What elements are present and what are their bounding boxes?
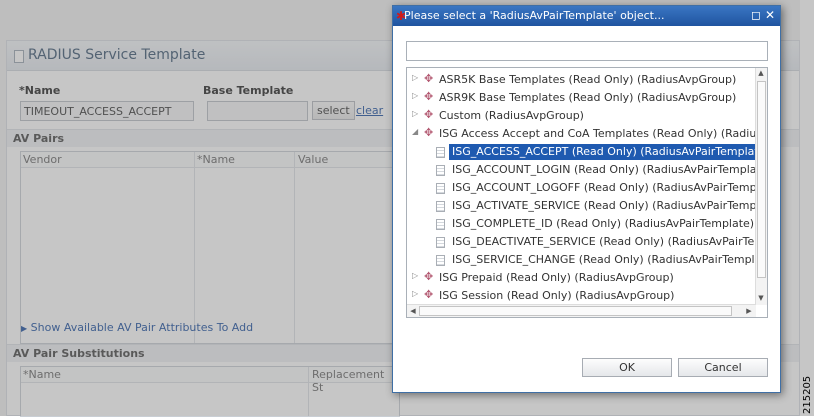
tree-item-isg-session[interactable]: ▷ ✥ ISG Session (Read Only) (RadiusAvpGr… [407,288,753,305]
expand-arrow-icon[interactable]: ▷ [412,109,418,118]
scroll-down-icon[interactable]: ▼ [756,294,766,302]
horizontal-scroll-thumb[interactable] [419,306,732,316]
horizontal-scrollbar[interactable]: ◀ ▶ [407,304,756,317]
group-icon: ✥ [424,270,434,283]
template-icon [436,165,445,176]
group-icon: ✥ [424,126,434,139]
tree-item-label: ISG_DEACTIVATE_SERVICE (Read Only) (Radi… [452,235,768,248]
template-tree: ▷ ✥ ASR5K Base Templates (Read Only) (Ra… [406,67,768,318]
scroll-right-icon[interactable]: ▶ [744,307,754,315]
close-icon[interactable]: ✕ [763,8,777,23]
tree-item-isg-account-logoff[interactable]: ISG_ACCOUNT_LOGOFF (Read Only) (RadiusAv… [407,180,767,197]
template-icon [436,183,445,194]
dialog-title-bar[interactable]: ✱ Please select a 'RadiusAvPairTemplate'… [393,6,780,26]
dialog-title: Please select a 'RadiusAvPairTemplate' o… [404,9,665,22]
tree-item-label: ISG_ACCESS_ACCEPT (Read Only) (RadiusAvP… [448,143,767,161]
vertical-scrollbar[interactable]: ▲ ▼ [755,68,767,305]
tree-item-isg-access-accept[interactable]: ◢ ✥ ISG Access Accept and CoA Templates … [407,126,767,143]
cancel-button[interactable]: Cancel [678,358,768,377]
tree-item-custom[interactable]: ▷ ✥ Custom (RadiusAvpGroup) [407,108,753,125]
tree-item-label: ISG Session (Read Only) (RadiusAvpGroup) [439,289,675,302]
tree-item-label: ISG Access Accept and CoA Templates (Rea… [439,127,768,140]
template-icon [436,255,445,266]
tree-item-label: ISG Prepaid (Read Only) (RadiusAvpGroup) [439,271,674,284]
tree-item-label: ISG_COMPLETE_ID (Read Only) (RadiusAvPai… [452,217,755,230]
vertical-scroll-thumb[interactable] [757,81,766,278]
group-icon: ✥ [424,108,434,121]
tree-item-label: ISG_ACCOUNT_LOGIN (Read Only) (RadiusAvP… [452,163,768,176]
group-icon: ✥ [424,90,434,103]
scroll-up-icon[interactable]: ▲ [756,69,766,77]
group-icon: ✥ [424,72,434,85]
select-template-dialog: ✱ Please select a 'RadiusAvPairTemplate'… [392,5,781,393]
template-icon [436,237,445,248]
tree-item-isg-activate-service[interactable]: ISG_ACTIVATE_SERVICE (Read Only) (Radius… [407,198,767,215]
scroll-left-icon[interactable]: ◀ [408,307,418,315]
tree-item-isg-service-change[interactable]: ISG_SERVICE_CHANGE (Read Only) (RadiusAv… [407,252,767,269]
tree-item-isg-deactivate-service[interactable]: ISG_DEACTIVATE_SERVICE (Read Only) (Radi… [407,234,767,251]
expand-arrow-icon[interactable]: ▷ [412,289,418,298]
filter-input[interactable] [406,41,768,61]
expand-arrow-icon[interactable]: ▷ [412,271,418,280]
expand-arrow-icon[interactable]: ▷ [412,73,418,82]
tree-item-label: ASR5K Base Templates (Read Only) (Radius… [439,73,737,86]
template-icon [436,147,445,158]
tree-item-label: ISG_SERVICE_CHANGE (Read Only) (RadiusAv… [452,253,768,266]
expand-arrow-icon[interactable]: ▷ [412,91,418,100]
template-icon [436,219,445,230]
tree-item-isg-account-login[interactable]: ISG_ACCOUNT_LOGIN (Read Only) (RadiusAvP… [407,162,767,179]
tree-item-isg-access-accept-template[interactable]: ISG_ACCESS_ACCEPT (Read Only) (RadiusAvP… [407,143,767,161]
tree-item-label: ISG_ACTIVATE_SERVICE (Read Only) (Radius… [452,199,768,212]
collapse-arrow-icon[interactable]: ◢ [412,127,418,136]
tree-item-label: ASR9K Base Templates (Read Only) (Radius… [439,91,737,104]
tree-item-label: Custom (RadiusAvpGroup) [439,109,584,122]
template-icon [436,201,445,212]
tree-item-isg-prepaid[interactable]: ▷ ✥ ISG Prepaid (Read Only) (RadiusAvpGr… [407,270,753,287]
figure-number: 215205 [802,375,813,414]
tree-item-label: ISG_ACCOUNT_LOGOFF (Read Only) (RadiusAv… [452,181,768,194]
tree-item-asr9k[interactable]: ▷ ✥ ASR9K Base Templates (Read Only) (Ra… [407,90,753,107]
tree-item-isg-complete-id[interactable]: ISG_COMPLETE_ID (Read Only) (RadiusAvPai… [407,216,755,233]
maximize-icon[interactable]: ◻ [749,8,763,23]
ok-button[interactable]: OK [582,358,672,377]
tree-item-asr5k[interactable]: ▷ ✥ ASR5K Base Templates (Read Only) (Ra… [407,72,753,89]
group-icon: ✥ [424,288,434,301]
